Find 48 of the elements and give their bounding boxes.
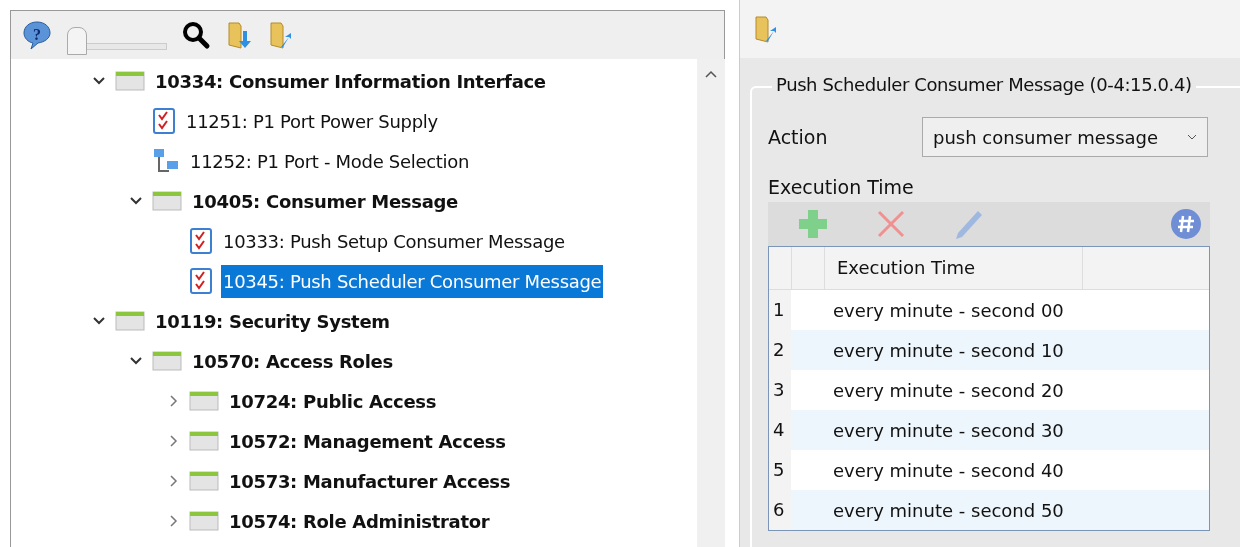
help-icon[interactable]: ? [21,19,53,51]
action-label: Action [768,126,829,148]
row-number: 1 [769,290,791,330]
checklist-icon [189,227,213,255]
group-title: Push Scheduler Consumer Message (0-4:15.0.4) [772,74,1196,95]
tree-item[interactable]: 10119: Security System [153,304,392,338]
action-dropdown[interactable]: push consumer message [922,117,1208,157]
tree-item[interactable]: 10405: Consumer Message [190,184,460,218]
tree-item[interactable]: 10724: Public Access [227,384,439,418]
row-number: 5 [769,450,791,490]
checklist-icon [189,267,213,295]
row-number: 3 [769,370,791,410]
table-cell-text: every minute - second 00 [832,299,1064,321]
module-icon [189,470,219,492]
table-cell-text: every minute - second 10 [832,339,1064,361]
module-icon [152,190,182,212]
tree-item[interactable]: 10574: Role Administrator [227,504,492,538]
hash-icon[interactable] [1170,208,1202,240]
tree-item[interactable]: 10334: Consumer Information Interface [153,64,548,98]
slider-thumb[interactable] [67,27,87,55]
section-label: Execution Time [768,175,915,200]
module-icon [189,430,219,452]
table-cell-text: every minute - second 20 [832,379,1064,401]
dropdown-value: push consumer message [933,126,1159,148]
tree-item[interactable]: 10333: Push Setup Consumer Message [221,224,567,258]
table-cell-text: every minute - second 40 [832,459,1064,481]
scroll-up-icon[interactable] [704,69,718,79]
module-icon [152,350,182,372]
tree-item[interactable]: 10573: Manufacturer Access [227,464,513,498]
row-number: 2 [769,330,791,370]
module-icon [115,310,145,332]
table-cell-text: every minute - second 50 [832,499,1064,521]
tree-item[interactable]: 10345: Push Scheduler Consumer Message [221,264,604,298]
tree-item[interactable]: 11251: P1 Port Power Supply [184,104,440,138]
tree-item[interactable]: 10572: Management Access [227,424,508,458]
module-icon [115,70,145,92]
row-number: 4 [769,410,791,450]
row-number: 6 [769,490,791,530]
checklist-icon [152,107,176,135]
module-icon [189,390,219,412]
module-icon [189,510,219,532]
tree-item[interactable]: 11252: P1 Port - Mode Selection [188,144,472,178]
tree-item[interactable]: 10570: Access Roles [190,344,395,378]
table-cell-text: every minute - second 30 [832,419,1064,441]
search-icon[interactable] [181,20,211,50]
network-icon [152,147,180,175]
folder-down-icon[interactable] [225,19,253,51]
chevron-down-icon [1187,134,1197,140]
